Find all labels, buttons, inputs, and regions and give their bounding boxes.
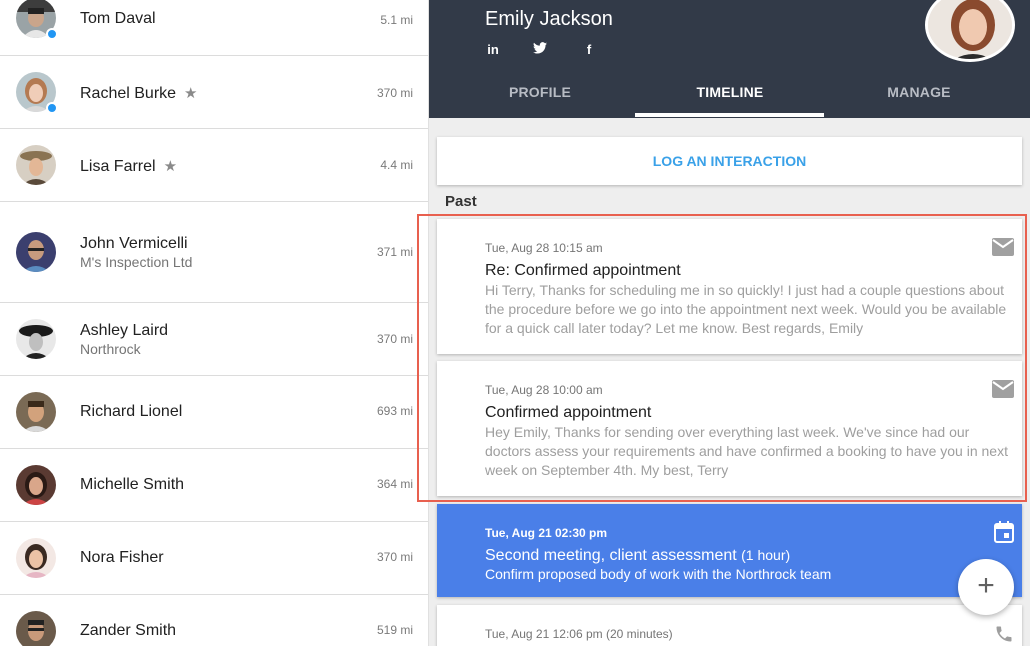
contact-name: Zander Smith — [80, 622, 177, 639]
avatar — [16, 392, 56, 432]
profile-avatar — [925, 0, 1015, 62]
contact-distance: 370 mi — [376, 86, 413, 100]
contact-distance: 4.4 mi — [380, 158, 413, 172]
avatar — [16, 0, 58, 40]
contact-name: Rachel Burke — [80, 85, 177, 102]
contact-name: Ashley Laird — [80, 322, 169, 339]
timeline-item-date: Tue, Aug 21 12:06 pm (20 minutes) — [485, 627, 673, 641]
timeline-item-title: Second meeting, client assessment — [485, 547, 737, 564]
timeline-item-body: Hey Emily, Thanks for sending over every… — [485, 424, 1008, 478]
contact-distance: 364 mi — [376, 477, 413, 491]
contact-item-zander-smith[interactable]: Zander Smith 519 mi — [0, 595, 428, 646]
avatar — [16, 611, 56, 646]
avatar — [16, 319, 56, 359]
timeline-item-title: Confirmed appointment — [485, 404, 652, 421]
contact-item-nora-fisher[interactable]: Nora Fisher 370 mi — [0, 522, 428, 595]
contact-list: Tom Daval 5.1 mi Rachel Burke ★ 370 mi Li… — [0, 0, 429, 646]
contact-item-ashley-laird[interactable]: Ashley Laird Northrock 370 mi — [0, 303, 428, 376]
online-status-dot — [46, 28, 58, 40]
section-label-past: Past — [445, 193, 477, 210]
contact-name: Lisa Farrel — [80, 158, 156, 175]
contact-name: John Vermicelli — [80, 235, 188, 252]
tab-profile[interactable]: PROFILE — [445, 84, 635, 118]
contact-distance: 370 mi — [376, 550, 413, 564]
facebook-icon[interactable]: f — [581, 42, 597, 58]
contact-company: Northrock — [80, 341, 141, 357]
profile-name: Emily Jackson — [485, 8, 613, 30]
timeline-item-email[interactable]: Tue, Aug 28 10:15 am Re: Confirmed appoi… — [437, 219, 1022, 354]
contact-distance: 370 mi — [376, 332, 413, 346]
avatar — [16, 145, 56, 185]
contact-distance: 693 mi — [376, 404, 413, 418]
timeline-item-title: Re: Confirmed appointment — [485, 262, 681, 279]
contact-distance: 371 mi — [376, 245, 413, 259]
avatar — [16, 538, 56, 578]
contact-item-lisa-farrel[interactable]: Lisa Farrel ★ 4.4 mi — [0, 129, 428, 202]
event-duration: (1 hour) — [741, 547, 791, 563]
avatar — [16, 232, 56, 272]
timeline-item-date: Tue, Aug 21 02:30 pm — [485, 526, 608, 540]
online-status-dot — [46, 102, 58, 114]
contact-item-john-vermicelli[interactable]: John Vermicelli M's Inspection Ltd 371 m… — [0, 202, 428, 303]
avatar — [16, 465, 56, 505]
contact-item-rachel-burke[interactable]: Rachel Burke ★ 370 mi — [0, 56, 428, 129]
contact-name: Nora Fisher — [80, 549, 164, 566]
star-icon: ★ — [184, 85, 198, 102]
contact-name: Tom Daval — [80, 10, 156, 27]
twitter-icon[interactable] — [532, 42, 548, 58]
timeline-item-body: Hi Terry, Thanks for scheduling me in so… — [485, 282, 1007, 336]
star-icon: ★ — [163, 158, 178, 175]
timeline-item-body: Confirm proposed body of work with the N… — [485, 566, 832, 582]
timeline-item-event[interactable]: Tue, Aug 21 02:30 pm Second meeting, cli… — [437, 504, 1022, 597]
timeline-item-date: Tue, Aug 28 10:15 am — [485, 241, 603, 255]
calendar-icon — [994, 521, 1014, 548]
contact-item-tom-daval[interactable]: Tom Daval 5.1 mi — [0, 0, 428, 56]
phone-icon — [994, 624, 1014, 646]
active-tab-indicator — [635, 113, 824, 117]
contact-name: Michelle Smith — [80, 476, 185, 493]
add-button[interactable]: + — [958, 559, 1014, 615]
contact-name: Richard Lionel — [80, 403, 183, 420]
contact-distance: 5.1 mi — [380, 13, 413, 27]
timeline-item-date: Tue, Aug 28 10:00 am — [485, 383, 603, 397]
mail-icon — [992, 380, 1014, 403]
contact-company: M's Inspection Ltd — [80, 254, 193, 270]
contact-detail-panel: Emily Jackson in f PROFILE TIMELINE MANA… — [429, 0, 1030, 646]
contact-distance: 519 mi — [376, 623, 413, 637]
timeline-item-email[interactable]: Tue, Aug 28 10:00 am Confirmed appointme… — [437, 361, 1022, 496]
contact-item-richard-lionel[interactable]: Richard Lionel 693 mi — [0, 376, 428, 449]
avatar — [16, 72, 58, 114]
tab-manage[interactable]: MANAGE — [824, 84, 1014, 118]
log-interaction-button[interactable]: LOG AN INTERACTION — [437, 137, 1022, 185]
timeline-item-call[interactable]: Tue, Aug 21 12:06 pm (20 minutes) — [437, 605, 1022, 646]
mail-icon — [992, 238, 1014, 261]
contact-item-michelle-smith[interactable]: Michelle Smith 364 mi — [0, 449, 428, 522]
linkedin-icon[interactable]: in — [485, 42, 501, 58]
profile-header: Emily Jackson in f PROFILE TIMELINE MANA… — [429, 0, 1030, 118]
